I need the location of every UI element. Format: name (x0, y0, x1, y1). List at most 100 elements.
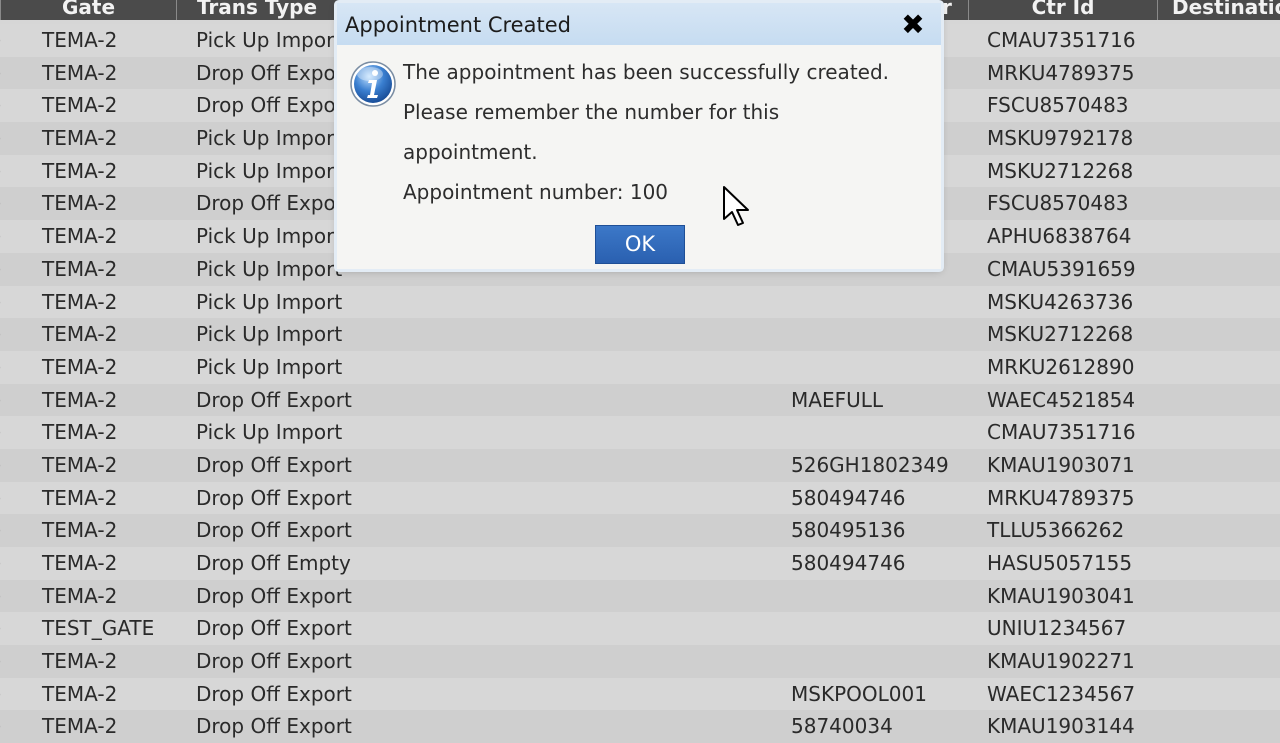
cell-ctr-id: HASU5057155 (987, 551, 1133, 575)
cell-gate: TEMA-2 (42, 518, 118, 543)
cell-trans-type: Drop Off Export (196, 518, 352, 543)
cell-edge: ) (0, 486, 2, 510)
cell-trans-type: Pick Up Import (196, 354, 343, 379)
column-header-partial[interactable]: r (940, 0, 970, 20)
cell-gate: TEMA-2 (42, 289, 118, 314)
cell-edge: ) (0, 616, 2, 640)
cell-edge: ) (0, 682, 2, 706)
cell-reference: 58740034 (791, 714, 893, 739)
dialog-title-bar[interactable]: Appointment Created ✖ (337, 3, 941, 45)
cell-trans-type: Pick Up Import (196, 322, 343, 347)
cell-edge: ) (0, 126, 2, 150)
cell-edge: ) (0, 420, 2, 444)
cell-edge: ) (0, 224, 2, 248)
cell-gate: TEMA-2 (42, 583, 118, 608)
cell-trans-type: Drop Off Export (196, 452, 352, 477)
cell-trans-type: Drop Off Empty (196, 551, 351, 575)
cell-trans-type: Drop Off Export (196, 387, 352, 412)
cell-trans-type: Drop Off Export (196, 583, 352, 608)
table-row[interactable]: ) TEMA-2 Drop Off Export 526GH1802349 KMAU19… (0, 448, 1280, 482)
cell-gate: TEMA-2 (42, 485, 118, 510)
dialog-message-line-1: The appointment has been successfully cr… (403, 60, 890, 84)
cell-reference: MSKPOOL001 (791, 681, 927, 706)
cell-ctr-id: MSKU4263736 (987, 289, 1134, 314)
cell-trans-type: Pick Up Import (196, 289, 343, 314)
cell-gate: TEMA-2 (42, 28, 118, 52)
cell-edge: ) (0, 355, 2, 379)
table-row[interactable]: ) TEMA-2 Drop Off Export 580495136 TLLU53662… (0, 514, 1280, 547)
column-header-destination[interactable]: Destinatio (1157, 0, 1280, 20)
cell-gate: TEMA-2 (42, 60, 118, 85)
cell-edge: ) (0, 61, 2, 85)
table-row[interactable]: ) TEMA-2 Drop Off Empty 580494746 HASU505715… (0, 547, 1280, 580)
cell-gate: TEMA-2 (42, 93, 118, 118)
cell-trans-type: Pick Up Impor (196, 224, 335, 249)
cell-edge: ) (0, 257, 2, 281)
cell-edge: ) (0, 191, 2, 215)
cell-ctr-id: MSKU2712268 (987, 158, 1134, 183)
close-icon[interactable]: ✖ (899, 11, 927, 39)
cell-reference: MAEFULL (791, 387, 884, 412)
cell-ctr-id: UNIU1234567 (987, 616, 1127, 641)
column-header-trans-type[interactable]: Trans Type (176, 0, 337, 20)
table-row[interactable]: ) TEMA-2 Drop Off Export KMAU1902271 (0, 645, 1280, 678)
dialog-message-line-2: Please remember the number for this (403, 100, 780, 124)
cell-gate: TEMA-2 (42, 126, 118, 151)
table-row[interactable]: ) TEMA-2 Drop Off Export MAEFULL WAEC4521854 (0, 383, 1280, 417)
cell-ctr-id: KMAU1903144 (987, 714, 1135, 739)
cell-trans-type: Drop Off Expo (196, 60, 336, 85)
dialog-message-line-3: appointment. (403, 140, 538, 164)
table-row[interactable]: ) TEMA-2 Drop Off Export MSKPOOL001 WAEC1234… (0, 677, 1280, 711)
ok-button[interactable]: OK (595, 225, 685, 264)
cell-gate: TEMA-2 (42, 452, 118, 477)
cell-trans-type: Drop Off Export (196, 681, 352, 706)
dialog-body: The appointment has been successfully cr… (337, 45, 941, 269)
cell-ctr-id: FSCU8570483 (987, 191, 1129, 216)
cell-edge: ) (0, 714, 2, 738)
info-icon (350, 61, 396, 107)
cell-gate: TEMA-2 (42, 420, 118, 445)
cell-ctr-id: CMAU7351716 (987, 420, 1136, 445)
cell-ctr-id: APHU6838764 (987, 224, 1132, 249)
column-header-gate[interactable]: Gate (0, 0, 176, 20)
table-row[interactable]: ) TEMA-2 Drop Off Export KMAU1903041 (0, 579, 1280, 613)
table-row[interactable]: ) TEMA-2 Pick Up Import MRKU2612890 (0, 350, 1280, 384)
cell-gate: TEMA-2 (42, 322, 118, 347)
cell-ctr-id: MSKU2712268 (987, 322, 1134, 347)
cell-ctr-id: MSKU9792178 (987, 126, 1134, 151)
cell-reference: 580494746 (791, 551, 906, 575)
cell-reference: 580494746 (791, 485, 906, 510)
table-row[interactable]: ) TEMA-2 Drop Off Export 58740034 KMAU190314… (0, 710, 1280, 743)
table-row[interactable]: ) TEMA-2 Drop Off Export 580494746 MRKU47893… (0, 481, 1280, 515)
cell-edge: ) (0, 584, 2, 608)
cell-edge: ) (0, 453, 2, 477)
cell-ctr-id: MRKU4789375 (987, 60, 1135, 85)
cell-gate: TEMA-2 (42, 551, 118, 575)
cell-gate: TEMA-2 (42, 387, 118, 412)
cell-gate: TEMA-2 (42, 681, 118, 706)
cell-gate: TEMA-2 (42, 649, 118, 674)
table-row[interactable]: ) TEMA-2 Pick Up Import CMAU7351716 (0, 416, 1280, 449)
cell-gate: TEMA-2 (42, 158, 118, 183)
cell-edge: ) (0, 388, 2, 412)
cell-ctr-id: MRKU2612890 (987, 354, 1135, 379)
table-row[interactable]: ) TEST_GATE Drop Off Export UNIU1234567 (0, 612, 1280, 646)
cell-reference: 526GH1802349 (791, 452, 949, 477)
cell-edge: ) (0, 93, 2, 117)
cell-ctr-id: WAEC4521854 (987, 387, 1136, 412)
cell-gate: TEMA-2 (42, 256, 118, 281)
cell-ctr-id: KMAU1903071 (987, 452, 1135, 477)
table-row[interactable]: ) TEMA-2 Pick Up Import MSKU4263736 (0, 285, 1280, 319)
cell-edge: ) (0, 28, 2, 52)
cell-trans-type: Pick Up Impor (196, 158, 335, 183)
cell-trans-type: Drop Off Export (196, 649, 352, 674)
cell-ctr-id: KMAU1902271 (987, 649, 1135, 674)
cell-ctr-id: TLLU5366262 (987, 518, 1125, 543)
cell-gate: TEMA-2 (42, 354, 118, 379)
cell-ctr-id: MRKU4789375 (987, 485, 1135, 510)
column-header-ctr-id[interactable]: Ctr Id (968, 0, 1157, 20)
table-row[interactable]: ) TEMA-2 Pick Up Import MSKU2712268 (0, 318, 1280, 351)
cell-gate: TEMA-2 (42, 714, 118, 739)
cell-trans-type: Pick Up Impor (196, 28, 335, 52)
cell-trans-type: Pick Up Impor (196, 126, 335, 151)
